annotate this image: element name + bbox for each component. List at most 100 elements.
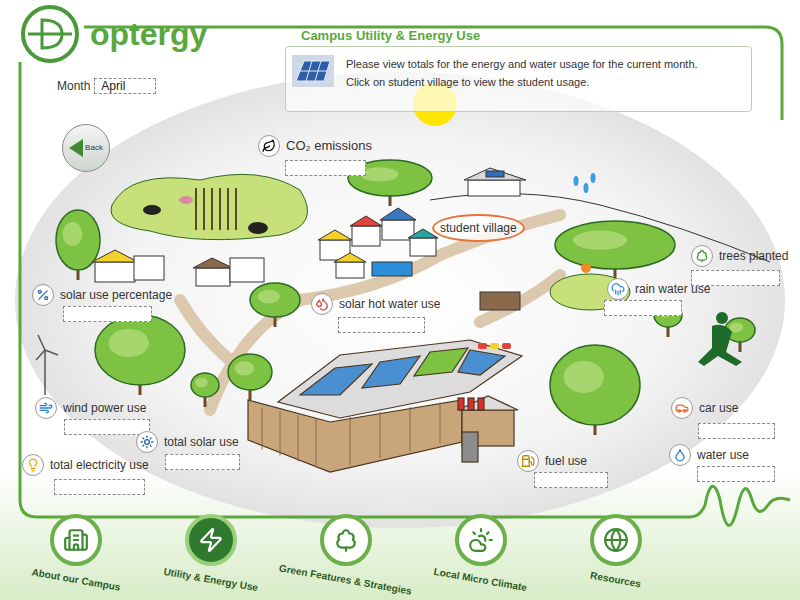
- nav-item[interactable]: About our Campus: [8, 514, 143, 586]
- month-label: Month: [57, 78, 90, 94]
- logo: optergy: [20, 4, 285, 64]
- tree-icon: [333, 527, 359, 553]
- metric-icon-badge: [136, 431, 158, 453]
- metric-icon-badge: [671, 397, 693, 419]
- nav-circle[interactable]: [590, 514, 642, 566]
- building-icon: [63, 527, 89, 553]
- metric: CO₂ emissions: [258, 135, 372, 176]
- metric-label: car use: [699, 400, 738, 416]
- energy-icon: [198, 527, 224, 553]
- back-arrow-icon: [69, 139, 83, 157]
- bulb-icon: [26, 458, 40, 472]
- metric-icon-badge: [311, 293, 333, 315]
- nav-circle[interactable]: [320, 514, 372, 566]
- metric-value-field: [63, 306, 152, 322]
- metric-value-field: [64, 419, 150, 435]
- farm-field: [111, 174, 308, 239]
- gardener-figure: [698, 312, 742, 366]
- metric-icon-badge: [669, 444, 691, 466]
- metric: trees planted: [691, 245, 788, 286]
- metric: water use: [669, 444, 775, 482]
- leaf-icon: [262, 139, 276, 153]
- metric-value-field: [698, 423, 775, 439]
- metric-label: total solar use: [164, 434, 239, 450]
- rain-icon: [611, 282, 625, 296]
- metric: total electricity use: [22, 454, 149, 495]
- month-field[interactable]: April: [94, 78, 156, 94]
- nav-circle[interactable]: [185, 514, 237, 566]
- logo-text: optergy: [90, 18, 207, 50]
- paths: [180, 215, 560, 410]
- nav-circle[interactable]: [455, 514, 507, 566]
- nav-item[interactable]: Resources: [548, 514, 683, 586]
- app: optergy MonthApril Campus Utility & Energy…: [0, 0, 800, 600]
- metric: fuel use: [517, 450, 608, 488]
- info-panel: Please view totals for the energy and wa…: [285, 46, 752, 112]
- metric-value-field: [338, 317, 425, 333]
- trees: [56, 160, 755, 435]
- solar-panel-icon: [292, 55, 334, 87]
- student-village-houses: [318, 208, 438, 278]
- metric: solar hot water use: [311, 293, 440, 333]
- nav-label[interactable]: Resources: [589, 570, 641, 591]
- water-icon: [673, 448, 687, 462]
- month-selector: MonthApril: [57, 78, 285, 94]
- nav-label[interactable]: Green Features & Strategies: [278, 562, 413, 597]
- nav-item[interactable]: Utility & Energy Use: [143, 514, 278, 586]
- metric-icon-badge: [258, 135, 280, 157]
- fuel-icon: [521, 454, 535, 468]
- metric-value-field: [604, 300, 682, 316]
- metric-label: fuel use: [545, 453, 587, 469]
- page-title: Campus Utility & Energy Use: [301, 28, 752, 44]
- nav-circle[interactable]: [50, 514, 102, 566]
- weather-icon: [468, 527, 494, 553]
- metric-icon-badge: [607, 278, 629, 300]
- frame: [20, 27, 790, 525]
- wind-turbine: [36, 335, 58, 395]
- metric-label: solar use percentage: [60, 287, 172, 303]
- percent-icon: [36, 288, 50, 302]
- metric-icon-badge: [517, 450, 539, 472]
- bottom-nav: About our CampusUtility & Energy UseGree…: [0, 512, 800, 600]
- header: optergy MonthApril Campus Utility & Energy…: [0, 0, 800, 118]
- metric-value-field: [54, 479, 145, 495]
- solar-panel-icon: [140, 435, 154, 449]
- metric-value-field: [285, 160, 366, 176]
- nav-item[interactable]: Green Features & Strategies: [278, 514, 413, 586]
- rain-drops: [574, 173, 596, 193]
- parked-cars: [478, 343, 511, 349]
- nav-label[interactable]: Local Micro Climate: [433, 566, 528, 594]
- nav-label[interactable]: Utility & Energy Use: [162, 566, 258, 594]
- tree-icon: [695, 249, 709, 263]
- metric: car use: [671, 397, 775, 439]
- metric: wind power use: [35, 397, 150, 435]
- globe-icon: [603, 527, 629, 553]
- hot-water-icon: [315, 297, 329, 311]
- metric-value-field: [534, 472, 608, 488]
- metric-icon-badge: [32, 284, 54, 306]
- map-oval: [15, 72, 785, 528]
- metric-icon-badge: [691, 245, 713, 267]
- car-icon: [675, 401, 689, 415]
- metric-value-field: [697, 466, 775, 482]
- info-text: Please view totals for the energy and wa…: [346, 55, 698, 73]
- metric-icon-badge: [35, 397, 57, 419]
- metric-label: wind power use: [63, 400, 146, 416]
- metric: total solar use: [136, 431, 240, 470]
- nav-label[interactable]: About our Campus: [30, 566, 121, 593]
- back-label: Back: [85, 143, 103, 153]
- metric-label: solar hot water use: [339, 296, 440, 312]
- metric-value-field: [165, 454, 240, 470]
- metric-label: water use: [697, 447, 749, 463]
- metric-icon-badge: [22, 454, 44, 476]
- hilltop-house: [464, 168, 526, 196]
- metric-label: CO₂ emissions: [286, 138, 372, 154]
- nav-item[interactable]: Local Micro Climate: [413, 514, 548, 586]
- metric-value-field: [691, 270, 780, 286]
- student-village-link[interactable]: student village: [432, 214, 525, 242]
- metric-label: total electricity use: [50, 457, 149, 473]
- back-button[interactable]: Back: [62, 124, 110, 172]
- logo-icon: [20, 4, 80, 64]
- metric-label: trees planted: [719, 248, 788, 264]
- main-building: [248, 340, 522, 472]
